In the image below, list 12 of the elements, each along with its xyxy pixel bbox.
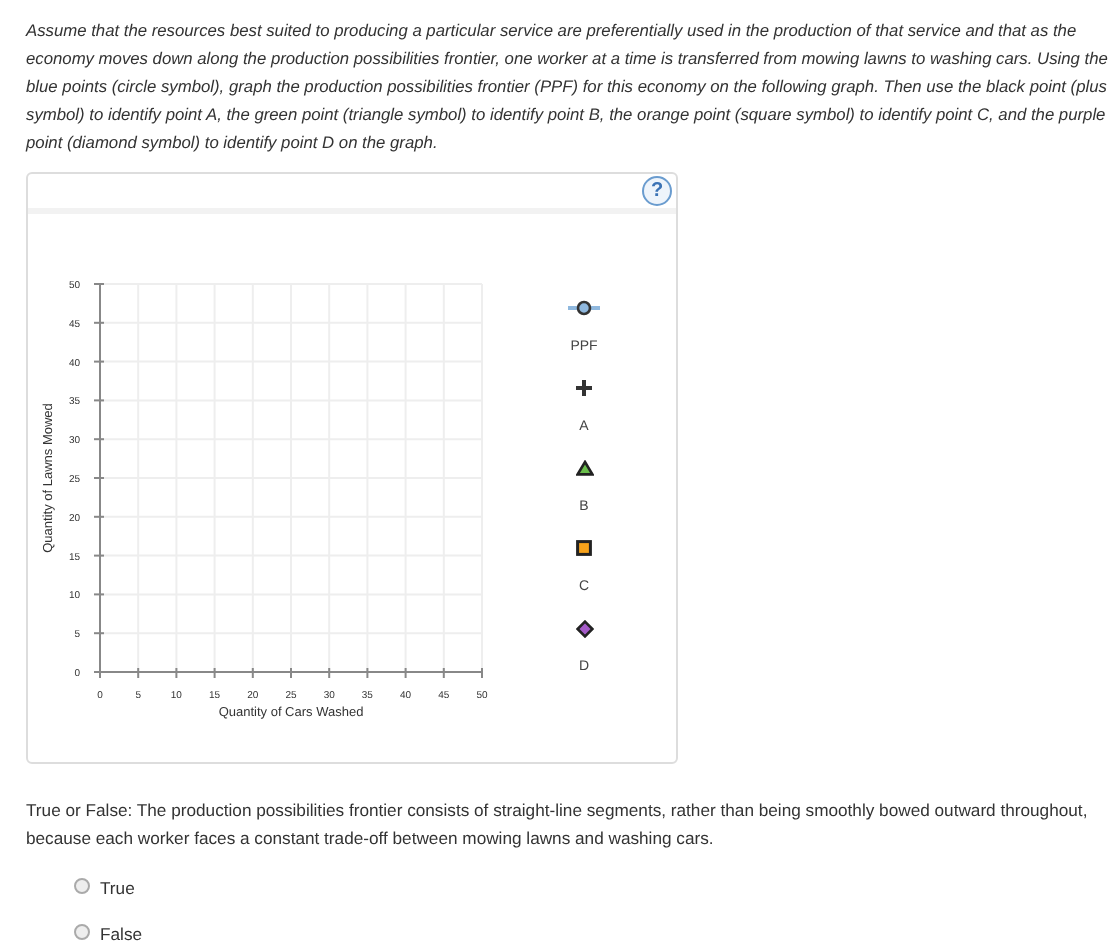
instructions-paragraph: Assume that the resources best suited to producing a particular service are preferentially used in the production of that service and that as the economy moves down along the production possibilities frontier, one worker at a time is transferred from mowing lawns to washing cars. Using the blue points (circle symbol), graph the production possibilities frontier (PPF) for this economy on the following graph. Then use the black point (plus symbol) to identify point A, the green point (triangle symbol) to identify point B, the orange point (square symbol) to identify point C, and the purple point (diamond symbol) to identify point D on the graph. — [26, 18, 1110, 156]
option-label[interactable]: True — [100, 876, 135, 902]
legend-diamond-icon[interactable] — [575, 619, 593, 637]
radio-button[interactable] — [74, 877, 90, 893]
radio-button[interactable] — [74, 923, 90, 939]
legend-plus-icon[interactable] — [576, 380, 592, 396]
legend-square-icon[interactable] — [576, 540, 592, 556]
question-text: True or False: The production possibilities frontier consists of straight-line segments, rather than being smoothly bowed outward throughout, because each worker faces a constant trade-off between mowing lawns and washing cars. — [26, 798, 1090, 852]
option-label[interactable]: False — [100, 922, 143, 948]
legend-triangle-icon[interactable] — [575, 460, 593, 476]
help-button[interactable]: ? — [642, 176, 672, 206]
legend-circle-line-icon[interactable] — [568, 300, 600, 316]
